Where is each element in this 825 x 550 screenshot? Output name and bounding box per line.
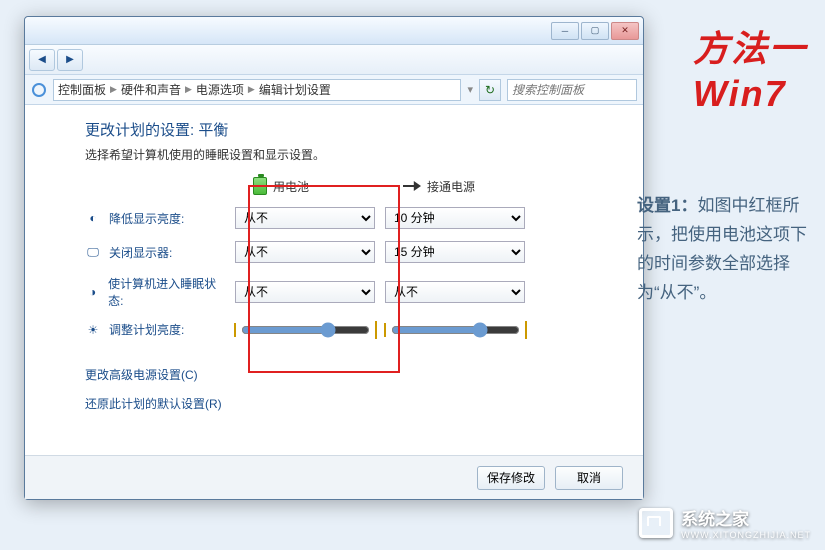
brightness-battery-slider[interactable] bbox=[241, 322, 370, 338]
search-input[interactable] bbox=[507, 79, 637, 101]
content-area: 更改计划的设置: 平衡 选择希望计算机使用的睡眠设置和显示设置。 用电池 接通电… bbox=[25, 105, 643, 434]
battery-icon bbox=[253, 177, 267, 195]
forward-button[interactable]: ▶ bbox=[57, 49, 83, 71]
breadcrumb-item[interactable]: 编辑计划设置 bbox=[259, 81, 331, 98]
breadcrumb-item[interactable]: 电源选项 bbox=[196, 81, 244, 98]
annotation-text: 设置1：如图中红框所示，把使用电池这项下的时间参数全部选择为“从不”。 bbox=[637, 192, 807, 308]
page-title: 更改计划的设置: 平衡 bbox=[85, 119, 623, 140]
brightness-battery-slider-wrap bbox=[235, 322, 375, 338]
brightness-plugged-slider-wrap bbox=[385, 322, 525, 338]
sleep-battery-select[interactable]: 从不 bbox=[235, 281, 375, 303]
plug-icon bbox=[403, 181, 421, 191]
maximize-button[interactable]: ▢ bbox=[581, 22, 609, 40]
breadcrumb-item[interactable]: 硬件和声音 bbox=[121, 81, 181, 98]
row-dim-label: ◐ 降低显示亮度: bbox=[85, 210, 225, 227]
advanced-settings-link[interactable]: 更改高级电源设置(C) bbox=[85, 366, 623, 383]
back-button[interactable]: ◀ bbox=[29, 49, 55, 71]
column-header-plugged: 接通电源 bbox=[385, 178, 525, 195]
address-bar-row: 控制面板▶ 硬件和声音▶ 电源选项▶ 编辑计划设置 ▾ ↻ bbox=[25, 75, 643, 105]
dim-battery-select[interactable]: 从不 bbox=[235, 207, 375, 229]
dim-icon: ◐ bbox=[85, 210, 101, 226]
sun-icon: ☀ bbox=[85, 322, 101, 338]
network-icon bbox=[31, 82, 47, 98]
restore-defaults-link[interactable]: 还原此计划的默认设置(R) bbox=[85, 395, 623, 412]
dim-plugged-select[interactable]: 10 分钟 bbox=[385, 207, 525, 229]
refresh-button[interactable]: ↻ bbox=[479, 79, 501, 101]
row-sleep-label: ◑ 使计算机进入睡眠状态: bbox=[85, 275, 225, 309]
row-off-label: 🖵 关闭显示器: bbox=[85, 244, 225, 261]
close-button[interactable]: ✕ bbox=[611, 22, 639, 40]
brightness-plugged-slider[interactable] bbox=[391, 322, 520, 338]
bottom-bar: 保存修改 取消 bbox=[25, 455, 643, 499]
annotation-step: 设置1： bbox=[637, 196, 697, 215]
titlebar: ─ ▢ ✕ bbox=[25, 17, 643, 45]
watermark-logo-icon bbox=[639, 508, 673, 538]
annotation-title: 方法一 Win7 bbox=[693, 26, 807, 116]
page-subtitle: 选择希望计算机使用的睡眠设置和显示设置。 bbox=[85, 146, 623, 163]
row-brightness-label: ☀ 调整计划亮度: bbox=[85, 321, 225, 338]
off-plugged-select[interactable]: 15 分钟 bbox=[385, 241, 525, 263]
dropdown-arrow-icon[interactable]: ▾ bbox=[467, 83, 473, 96]
watermark-name: 系统之家 bbox=[681, 510, 749, 529]
toolbar: ◀ ▶ bbox=[25, 45, 643, 75]
sleep-plugged-select[interactable]: 从不 bbox=[385, 281, 525, 303]
links-section: 更改高级电源设置(C) 还原此计划的默认设置(R) bbox=[85, 366, 623, 412]
breadcrumb-item[interactable]: 控制面板 bbox=[58, 81, 106, 98]
cancel-button[interactable]: 取消 bbox=[555, 466, 623, 490]
moon-icon: ◑ bbox=[85, 284, 100, 300]
settings-grid: 用电池 接通电源 ◐ 降低显示亮度: 从不 10 分钟 🖵 关闭显示器: 从不 … bbox=[85, 177, 623, 338]
monitor-icon: 🖵 bbox=[85, 244, 101, 260]
column-header-battery: 用电池 bbox=[235, 177, 375, 195]
minimize-button[interactable]: ─ bbox=[551, 22, 579, 40]
watermark: 系统之家 WWW.XITONGZHIJIA.NET bbox=[639, 505, 811, 540]
control-panel-window: ─ ▢ ✕ ◀ ▶ 控制面板▶ 硬件和声音▶ 电源选项▶ 编辑计划设置 ▾ ↻ … bbox=[24, 16, 644, 500]
watermark-url: WWW.XITONGZHIJIA.NET bbox=[681, 530, 811, 540]
breadcrumb[interactable]: 控制面板▶ 硬件和声音▶ 电源选项▶ 编辑计划设置 bbox=[53, 79, 461, 101]
off-battery-select[interactable]: 从不 bbox=[235, 241, 375, 263]
save-button[interactable]: 保存修改 bbox=[477, 466, 545, 490]
